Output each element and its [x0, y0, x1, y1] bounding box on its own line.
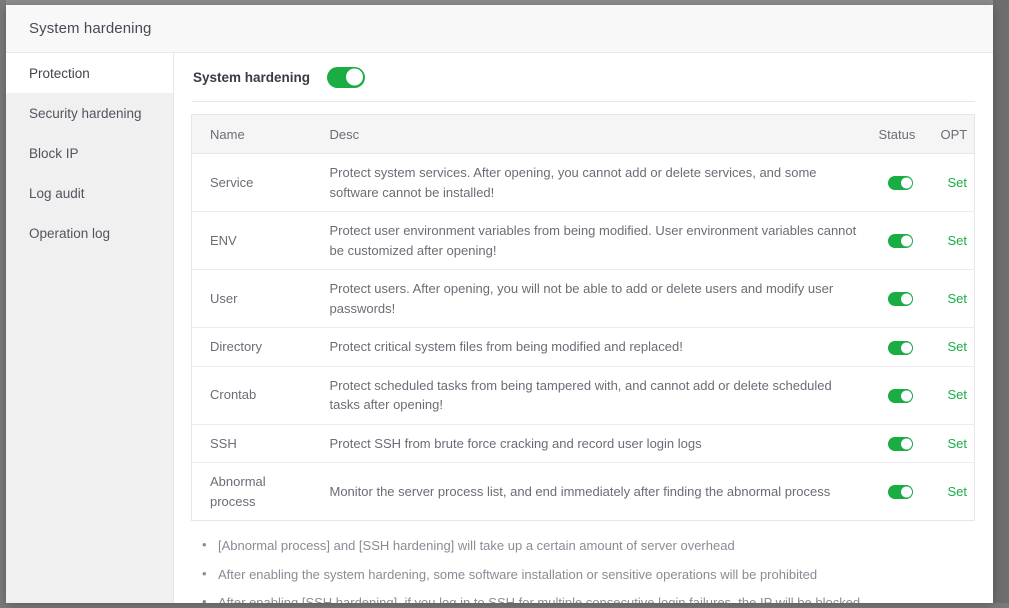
- set-link[interactable]: Set: [947, 291, 967, 306]
- cell-status: [861, 154, 923, 212]
- cell-name: ENV: [192, 212, 312, 270]
- cell-opt: Set: [923, 212, 975, 270]
- hardening-table: Name Desc Status OPT ServiceProtect syst…: [191, 114, 975, 521]
- cell-desc: Protect critical system files from being…: [312, 328, 861, 367]
- column-header-status: Status: [861, 115, 923, 154]
- cell-name: Abnormal process: [192, 463, 312, 521]
- table-row: ENVProtect user environment variables fr…: [192, 212, 975, 270]
- system-hardening-dialog: System hardening Protection Security hard…: [6, 5, 993, 603]
- set-link[interactable]: Set: [947, 484, 967, 499]
- row-status-toggle[interactable]: [888, 341, 913, 355]
- cell-opt: Set: [923, 270, 975, 328]
- notes-list: [Abnormal process] and [SSH hardening] w…: [198, 537, 975, 603]
- set-link[interactable]: Set: [947, 339, 967, 354]
- system-hardening-toggle[interactable]: [327, 67, 365, 88]
- main-panel: System hardening Name Desc Status OPT: [174, 53, 993, 603]
- table-row: ServiceProtect system services. After op…: [192, 154, 975, 212]
- cell-status: [861, 212, 923, 270]
- set-link[interactable]: Set: [947, 233, 967, 248]
- cell-desc: Protect system services. After opening, …: [312, 154, 861, 212]
- sidebar-item-operation-log[interactable]: Operation log: [6, 213, 173, 253]
- cell-status: [861, 424, 923, 463]
- cell-name: Service: [192, 154, 312, 212]
- cell-desc: Protect users. After opening, you will n…: [312, 270, 861, 328]
- sidebar-item-label: Log audit: [29, 186, 85, 201]
- cell-opt: Set: [923, 154, 975, 212]
- cell-name: Directory: [192, 328, 312, 367]
- master-toggle-label: System hardening: [193, 70, 310, 85]
- window-frame-bottom: [0, 603, 1009, 608]
- sidebar-item-label: Operation log: [29, 226, 110, 241]
- table-row: UserProtect users. After opening, you wi…: [192, 270, 975, 328]
- row-status-toggle[interactable]: [888, 234, 913, 248]
- cell-status: [861, 270, 923, 328]
- sidebar-item-log-audit[interactable]: Log audit: [6, 173, 173, 213]
- window-frame-right: [993, 0, 1009, 608]
- set-link[interactable]: Set: [947, 387, 967, 402]
- column-header-desc: Desc: [312, 115, 861, 154]
- sidebar-item-label: Protection: [29, 66, 90, 81]
- cell-opt: Set: [923, 366, 975, 424]
- dialog-body: Protection Security hardening Block IP Log …: [6, 53, 993, 603]
- table-row: Abnormal processMonitor the server proce…: [192, 463, 975, 521]
- row-status-toggle[interactable]: [888, 485, 913, 499]
- cell-desc: Monitor the server process list, and end…: [312, 463, 861, 521]
- cell-name: Crontab: [192, 366, 312, 424]
- dialog-title: System hardening: [29, 20, 152, 37]
- cell-name: User: [192, 270, 312, 328]
- set-link[interactable]: Set: [947, 175, 967, 190]
- master-toggle-row: System hardening: [191, 53, 975, 101]
- cell-status: [861, 328, 923, 367]
- table-row: CrontabProtect scheduled tasks from bein…: [192, 366, 975, 424]
- sidebar-item-protection[interactable]: Protection: [6, 53, 173, 93]
- cell-opt: Set: [923, 463, 975, 521]
- section-divider: [192, 101, 975, 102]
- column-header-name: Name: [192, 115, 312, 154]
- table-header-row: Name Desc Status OPT: [192, 115, 975, 154]
- table-row: SSHProtect SSH from brute force cracking…: [192, 424, 975, 463]
- cell-desc: Protect user environment variables from …: [312, 212, 861, 270]
- row-status-toggle[interactable]: [888, 292, 913, 306]
- table-row: DirectoryProtect critical system files f…: [192, 328, 975, 367]
- sidebar-item-block-ip[interactable]: Block IP: [6, 133, 173, 173]
- note-item: [Abnormal process] and [SSH hardening] w…: [198, 537, 975, 555]
- cell-status: [861, 463, 923, 521]
- note-item: After enabling [SSH hardening], if you l…: [198, 594, 975, 603]
- dialog-header: System hardening: [6, 5, 993, 53]
- column-header-opt: OPT: [923, 115, 975, 154]
- cell-opt: Set: [923, 328, 975, 367]
- row-status-toggle[interactable]: [888, 437, 913, 451]
- sidebar-item-security-hardening[interactable]: Security hardening: [6, 93, 173, 133]
- cell-desc: Protect SSH from brute force cracking an…: [312, 424, 861, 463]
- cell-opt: Set: [923, 424, 975, 463]
- row-status-toggle[interactable]: [888, 389, 913, 403]
- sidebar-item-label: Security hardening: [29, 106, 142, 121]
- row-status-toggle[interactable]: [888, 176, 913, 190]
- note-item: After enabling the system hardening, som…: [198, 566, 975, 584]
- cell-name: SSH: [192, 424, 312, 463]
- cell-desc: Protect scheduled tasks from being tampe…: [312, 366, 861, 424]
- sidebar-nav: Protection Security hardening Block IP Log …: [6, 53, 174, 603]
- set-link[interactable]: Set: [947, 436, 967, 451]
- sidebar-item-label: Block IP: [29, 146, 79, 161]
- cell-status: [861, 366, 923, 424]
